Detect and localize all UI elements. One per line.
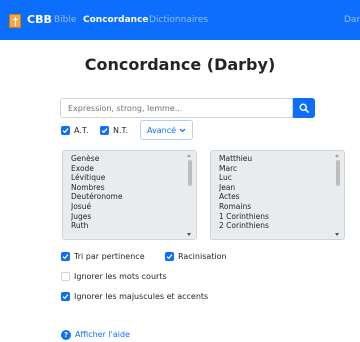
book-option[interactable]: Jean (219, 183, 330, 193)
search-button[interactable] (293, 98, 315, 118)
checkmark-icon (166, 254, 173, 260)
scroll-up-icon[interactable] (187, 154, 191, 157)
book-option[interactable]: Deutéronome (71, 192, 182, 202)
advanced-dropdown-button[interactable]: Avancé (140, 120, 193, 140)
book-option[interactable]: Romains (219, 202, 330, 212)
search-group (60, 98, 315, 118)
book-option[interactable]: Matthieu (219, 154, 330, 164)
sort-by-relevance-checkbox[interactable] (61, 252, 70, 261)
show-help-link[interactable]: Afficher l'aide (75, 330, 130, 339)
bible-logo-icon[interactable] (9, 14, 21, 28)
chevron-down-icon (179, 128, 186, 132)
new-testament-books-list[interactable]: Matthieu Marc Luc Jean Actes Romains 1 Corinth… (210, 150, 345, 240)
book-option[interactable]: Nombres (71, 183, 182, 193)
brand-link[interactable]: CBB (27, 13, 52, 26)
ignore-case-accents-checkbox[interactable] (61, 292, 70, 301)
scroll-up-icon[interactable] (335, 154, 339, 157)
new-testament-checkbox[interactable] (100, 126, 109, 135)
book-option[interactable]: Ruth (71, 221, 182, 231)
nav-concordance-link[interactable]: Concordance (83, 15, 149, 25)
book-option[interactable]: Exode (71, 164, 182, 174)
scroll-thumb[interactable] (336, 160, 340, 186)
ignore-case-accents-label: Ignorer les majuscules et accents (74, 292, 209, 301)
checkmark-icon (62, 294, 69, 300)
book-option[interactable]: Luc (219, 173, 330, 183)
nav-bible-link[interactable]: Bible (54, 15, 76, 25)
old-testament-items: Genèse Exode Lévitique Nombres Deutéronome Jo… (63, 151, 182, 231)
book-option[interactable]: Actes (219, 192, 330, 202)
checkmark-icon (62, 128, 69, 134)
book-option[interactable]: Lévitique (71, 173, 182, 183)
search-input[interactable] (60, 98, 293, 118)
scrollbar[interactable] (332, 151, 344, 239)
scrollbar[interactable] (184, 151, 196, 239)
ignore-short-words-label: Ignorer les mots courts (74, 272, 167, 281)
stemming-label: Racinisation (178, 252, 227, 261)
checkmark-icon (101, 128, 108, 134)
new-testament-label: N.T. (113, 126, 129, 135)
page-title: Concordance (Darby) (84, 55, 276, 74)
sort-by-relevance-label: Tri par pertinence (74, 252, 145, 261)
old-testament-books-list[interactable]: Genèse Exode Lévitique Nombres Deutéronome Jo… (62, 150, 197, 240)
stemming-checkbox[interactable] (165, 252, 174, 261)
book-option[interactable]: 2 Corinthiens (219, 221, 330, 231)
nav-dictionnaires-link[interactable]: Dictionnaires (149, 15, 208, 25)
scroll-thumb[interactable] (188, 160, 192, 186)
book-option[interactable]: Josué (71, 202, 182, 212)
advanced-label: Avancé (146, 125, 177, 135)
nav-darby-link[interactable]: Dar (344, 15, 360, 25)
book-option[interactable]: Marc (219, 164, 330, 174)
old-testament-checkbox[interactable] (61, 126, 70, 135)
ignore-short-words-checkbox[interactable] (61, 272, 70, 281)
scroll-down-icon[interactable] (335, 233, 339, 236)
book-option[interactable]: Genèse (71, 154, 182, 164)
old-testament-label: A.T. (74, 126, 89, 135)
checkmark-icon (62, 254, 69, 260)
help-icon[interactable]: ? (61, 330, 71, 340)
top-navbar: CBB Bible Concordance Dictionnaires Dar (0, 0, 360, 40)
book-option[interactable]: 1 Corinthiens (219, 212, 330, 222)
new-testament-items: Matthieu Marc Luc Jean Actes Romains 1 Corinth… (211, 151, 330, 231)
book-option[interactable]: Juges (71, 212, 182, 222)
search-icon (299, 103, 309, 113)
scroll-down-icon[interactable] (187, 233, 191, 236)
